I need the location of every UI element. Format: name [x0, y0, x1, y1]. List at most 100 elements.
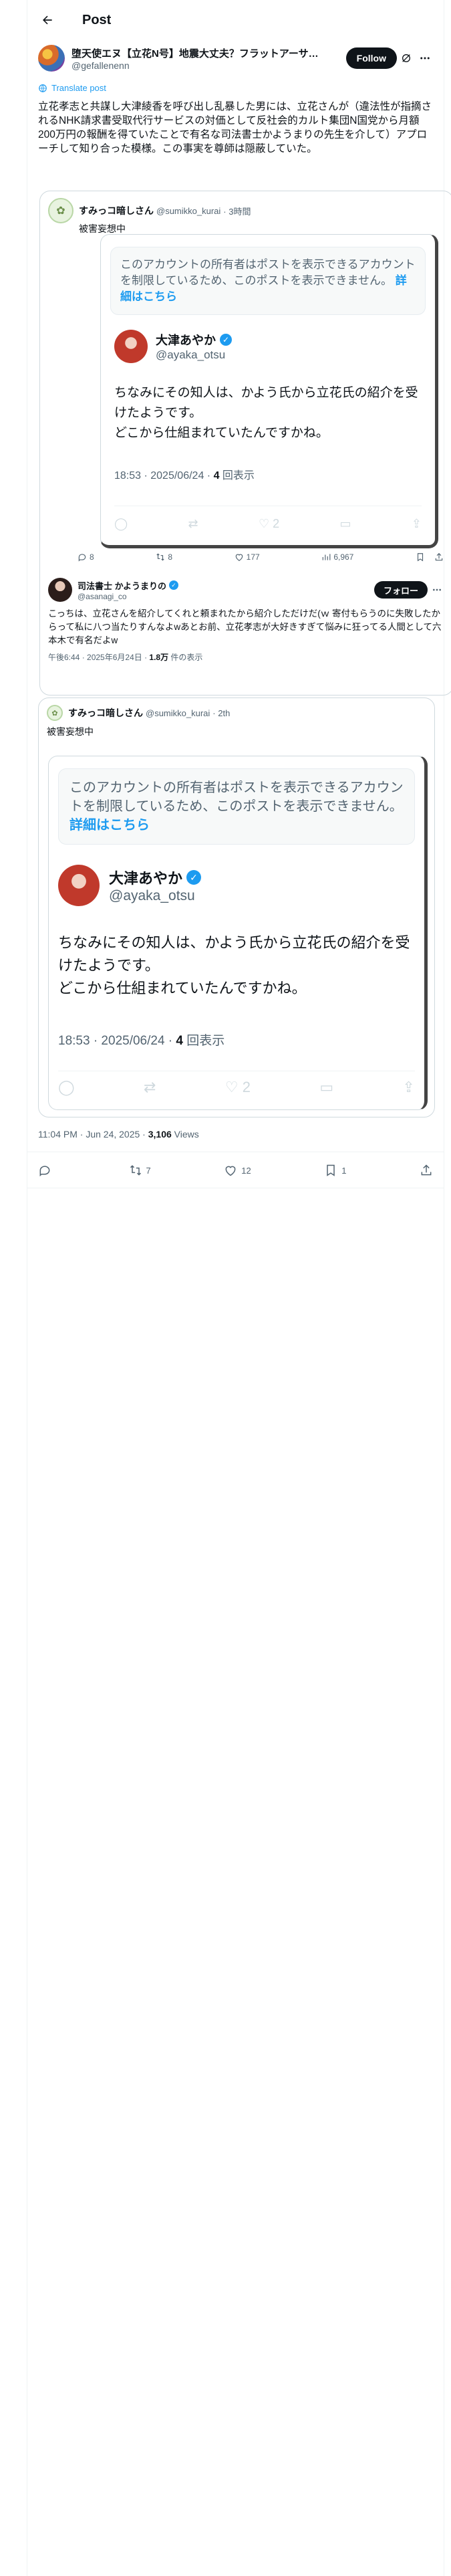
- embedded-post-text: 被害妄想中: [79, 223, 126, 234]
- reply-author-names: 司法書士 かようまりの ✓ @asanagi_co: [78, 579, 178, 601]
- embedded-author-handle[interactable]: @sumikko_kurai: [156, 206, 220, 216]
- follow-button[interactable]: Follow: [345, 47, 397, 69]
- avatar[interactable]: ✿: [48, 198, 73, 223]
- reply-count: 8: [90, 552, 94, 562]
- like-button[interactable]: 177: [235, 552, 260, 562]
- quoted-actions: ◯ ⇄ ♡ 2 ▭ ⇪: [114, 517, 422, 531]
- embedded-author-name[interactable]: すみっコ暗しさん: [79, 204, 154, 217]
- quoted-author-name-text: 大津あやか: [156, 334, 216, 347]
- top-bar: Post: [27, 0, 444, 40]
- more-button[interactable]: [428, 580, 446, 599]
- like-icon: ♡ 2: [258, 517, 280, 530]
- views-count: 6,967: [333, 552, 354, 562]
- views-button[interactable]: 6,967: [321, 552, 353, 562]
- share-button[interactable]: [420, 1164, 433, 1177]
- reply-icon: ◯: [58, 1079, 75, 1095]
- restricted-notice: このアカウントの所有者はポストを表示できるアカウントを制限しているため、このポス…: [58, 768, 415, 845]
- avatar[interactable]: [114, 330, 148, 363]
- repost-icon: ⇄: [144, 1079, 156, 1095]
- grok-icon: [402, 54, 410, 62]
- quoted-outer-author-handle[interactable]: @sumikko_kurai: [146, 708, 210, 718]
- verified-badge-icon: ✓: [168, 580, 178, 590]
- post-text: 立花孝志と共謀し大津綾香を呼び出し乱暴した男には、立花さんが（違法性が指摘される…: [38, 101, 432, 154]
- restricted-text: このアカウントの所有者はポストを表示できるアカウントを制限しているため、このポス…: [69, 780, 404, 814]
- arrow-left-icon: [43, 15, 52, 25]
- avatar[interactable]: ✿: [47, 705, 63, 721]
- page-title: Post: [82, 12, 112, 27]
- bookmark-icon: ▭: [339, 517, 351, 530]
- post-time[interactable]: 11:04 PM · Jun 24, 2025 ·: [38, 1129, 148, 1140]
- follow-button[interactable]: フォロー: [373, 581, 428, 599]
- heart-icon: [235, 554, 243, 561]
- quoted-outer-header: ✿ すみっコ暗しさん @sumikko_kurai · 2th: [39, 698, 434, 721]
- reply-author-handle[interactable]: @asanagi_co: [78, 592, 178, 601]
- quoted-author: 大津あやか ✓ @ayaka_otsu: [114, 330, 435, 363]
- post-meta: 11:04 PM · Jun 24, 2025 · 3,106 Views: [38, 1129, 199, 1140]
- quoted-like-count: 2: [242, 1079, 251, 1095]
- embedded-time: · 3時間: [223, 206, 251, 217]
- reply-views: 1.8万: [149, 653, 169, 662]
- quoted-author-names: 大津あやか ✓ @ayaka_otsu: [109, 867, 202, 904]
- bar-chart-icon: [323, 554, 331, 560]
- reply-button[interactable]: 8: [78, 552, 94, 562]
- quoted-post-meta: 18:53 · 2025/06/24 · 4 回表示: [58, 1031, 415, 1049]
- quoted-post-meta: 18:53 · 2025/06/24 · 4 回表示: [114, 466, 422, 482]
- reply-icon: [78, 554, 86, 562]
- avatar[interactable]: [38, 45, 65, 72]
- translate-link[interactable]: Translate post: [38, 83, 434, 93]
- verified-badge-icon: ✓: [186, 870, 202, 885]
- bookmark-icon[interactable]: [416, 552, 425, 562]
- post-actions: 7 12 1: [38, 1164, 433, 1177]
- embedded-post[interactable]: ✿ すみっコ暗しさん @sumikko_kurai · 3時間 被害妄想中 この…: [39, 191, 451, 695]
- quoted-author-name[interactable]: 大津あやか ✓: [156, 331, 232, 348]
- reply-text: こっちは、立花さんを紹介してくれと頼まれたから紹介しただけだ(ｗ 寄付もらうのに…: [48, 609, 442, 645]
- reply-meta: 午後6:44 · 2025年6月24日 · 1.8万 件の表示: [48, 651, 446, 663]
- bookmark-button[interactable]: 1: [324, 1164, 346, 1177]
- quoted-outer-author-name[interactable]: すみっコ暗しさん: [68, 706, 143, 720]
- avatar[interactable]: [48, 578, 72, 602]
- bookmark-icon: ▭: [319, 1079, 334, 1095]
- quoted-post-card[interactable]: このアカウントの所有者はポストを表示できるアカウントを制限しているため、このポス…: [100, 234, 438, 548]
- repost-icon: [130, 1165, 141, 1176]
- repost-count: 7: [146, 1165, 151, 1176]
- back-button[interactable]: [35, 8, 59, 32]
- author-handle[interactable]: @gefallenenn: [71, 60, 346, 71]
- repost-button[interactable]: 7: [129, 1164, 151, 1177]
- grok-button[interactable]: [397, 49, 416, 68]
- like-count: 12: [241, 1165, 251, 1176]
- reply-button[interactable]: [38, 1164, 55, 1177]
- embedded-post-header: ✿ すみっコ暗しさん @sumikko_kurai · 3時間: [40, 191, 451, 223]
- author-display-name[interactable]: 堕天使エヌ【立花N号】地震大丈夫？フラットアーサ…: [71, 46, 325, 60]
- share-icon[interactable]: [434, 552, 444, 562]
- quoted-actions: ◯ ⇄ ♡ 2 ▭ ⇪: [58, 1079, 415, 1096]
- reply-views-label: 件の表示: [168, 653, 203, 662]
- repost-count: 8: [168, 552, 173, 562]
- reply-author-name[interactable]: 司法書士 かようまりの ✓: [78, 579, 178, 592]
- quoted-views: 4: [176, 1034, 183, 1048]
- reply-icon: [39, 1166, 50, 1177]
- quoted-views-label: 回表示: [219, 470, 255, 481]
- quoted-author-name[interactable]: 大津あやか ✓: [109, 867, 202, 888]
- quoted-author-handle[interactable]: @ayaka_otsu: [109, 888, 201, 904]
- restricted-text: このアカウントの所有者はポストを表示できるアカウントを制限しているため、このポス…: [120, 258, 416, 287]
- quoted-author-handle[interactable]: @ayaka_otsu: [156, 348, 232, 362]
- more-button[interactable]: [416, 49, 434, 68]
- post-views-label: Views: [171, 1129, 199, 1140]
- reply-post[interactable]: 司法書士 かようまりの ✓ @asanagi_co フォロー こっちは、立花さんを…: [48, 578, 446, 663]
- repost-icon: [156, 553, 164, 561]
- like-count: 177: [246, 552, 260, 562]
- reply-icon: ◯: [114, 517, 128, 530]
- quoted-post-card[interactable]: このアカウントの所有者はポストを表示できるアカウントを制限しているため、このポス…: [48, 756, 428, 1110]
- quoted-outer-text: 被害妄想中: [47, 726, 94, 737]
- avatar[interactable]: [58, 865, 100, 906]
- bookmark-icon: [327, 1164, 335, 1176]
- share-icon: [421, 1164, 432, 1176]
- like-icon: ♡ 2: [224, 1079, 251, 1095]
- main-column: Post 堕天使エヌ【立花N号】地震大丈夫？フラットアーサ… @gefallen…: [27, 0, 451, 2576]
- repost-button[interactable]: 8: [156, 552, 172, 562]
- quoted-post-outer[interactable]: ✿ すみっコ暗しさん @sumikko_kurai · 2th 被害妄想中 この…: [38, 697, 435, 1117]
- like-button[interactable]: 12: [224, 1164, 251, 1177]
- share-icon: ⇪: [402, 1079, 415, 1095]
- embedded-actions: 8 8 177 6,967: [78, 552, 444, 562]
- learn-more-link[interactable]: 詳細はこちら: [69, 818, 150, 833]
